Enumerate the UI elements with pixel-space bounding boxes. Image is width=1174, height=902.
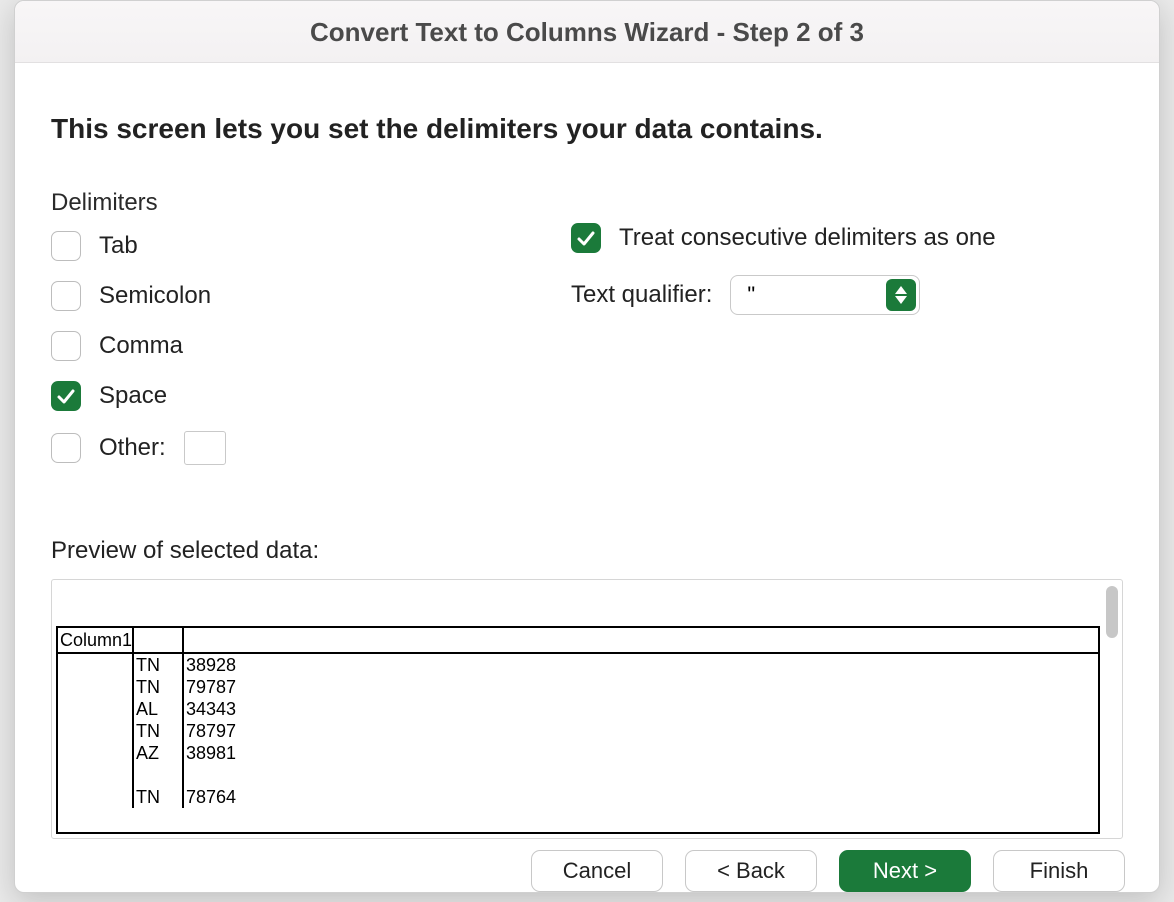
delimiters-label: Delimiters [51, 189, 531, 217]
preview-cell-state: AZ [134, 742, 184, 764]
preview-cell-zip: 38981 [184, 742, 1098, 764]
preview-cell-zip: 79787 [184, 676, 1098, 698]
preview-cell-state: TN [134, 786, 184, 808]
text-qualifier-label: Text qualifier: [571, 281, 712, 309]
text-qualifier-stepper-icon[interactable] [886, 279, 916, 311]
tab-label: Tab [99, 232, 138, 260]
preview-row: TN78764 [58, 786, 1098, 808]
preview-row: TN78797 [58, 720, 1098, 742]
dialog-title: Convert Text to Columns Wizard - Step 2 … [15, 1, 1159, 63]
preview-cell-state [134, 764, 184, 786]
preview-cell-state: TN [134, 720, 184, 742]
preview-cell-zip: 34343 [184, 698, 1098, 720]
treat-consecutive-label: Treat consecutive delimiters as one [619, 224, 996, 252]
preview-cell-state: AL [134, 698, 184, 720]
preview-scrollbar[interactable] [1106, 586, 1118, 638]
wizard-dialog: Convert Text to Columns Wizard - Step 2 … [14, 0, 1160, 893]
comma-label: Comma [99, 332, 183, 360]
preview-cell-state: TN [134, 676, 184, 698]
preview-cell-state: TN [134, 654, 184, 676]
space-label: Space [99, 382, 167, 410]
preview-cell-zip [184, 764, 1098, 786]
preview-cell-zip: 78764 [184, 786, 1098, 808]
semicolon-label: Semicolon [99, 282, 211, 310]
back-button[interactable]: < Back [685, 850, 817, 892]
other-checkbox[interactable] [51, 433, 81, 463]
finish-button[interactable]: Finish [993, 850, 1125, 892]
preview-row: TN79787 [58, 676, 1098, 698]
text-qualifier-value: " [747, 282, 755, 308]
space-checkbox[interactable] [51, 381, 81, 411]
preview-column-header: Column1 [58, 628, 134, 652]
tab-checkbox[interactable] [51, 231, 81, 261]
preview-pane: Column1 TN38928TN79787AL34343TN78797AZ38… [51, 579, 1123, 839]
dialog-footer: Cancel < Back Next > Finish [15, 849, 1159, 892]
preview-row: AL34343 [58, 698, 1098, 720]
comma-checkbox[interactable] [51, 331, 81, 361]
preview-row: AZ38981 [58, 742, 1098, 764]
treat-consecutive-checkbox[interactable] [571, 223, 601, 253]
semicolon-checkbox[interactable] [51, 281, 81, 311]
preview-label: Preview of selected data: [51, 537, 1123, 565]
preview-row [58, 764, 1098, 786]
preview-table: Column1 TN38928TN79787AL34343TN78797AZ38… [56, 626, 1100, 834]
preview-cell-zip: 38928 [184, 654, 1098, 676]
other-delimiter-input[interactable] [184, 431, 226, 465]
dialog-body: This screen lets you set the delimiters … [15, 63, 1159, 849]
other-label: Other: [99, 434, 166, 462]
next-button[interactable]: Next > [839, 850, 971, 892]
preview-cell-zip: 78797 [184, 720, 1098, 742]
cancel-button[interactable]: Cancel [531, 850, 663, 892]
dialog-intro: This screen lets you set the delimiters … [51, 113, 1123, 145]
preview-row: TN38928 [58, 654, 1098, 676]
